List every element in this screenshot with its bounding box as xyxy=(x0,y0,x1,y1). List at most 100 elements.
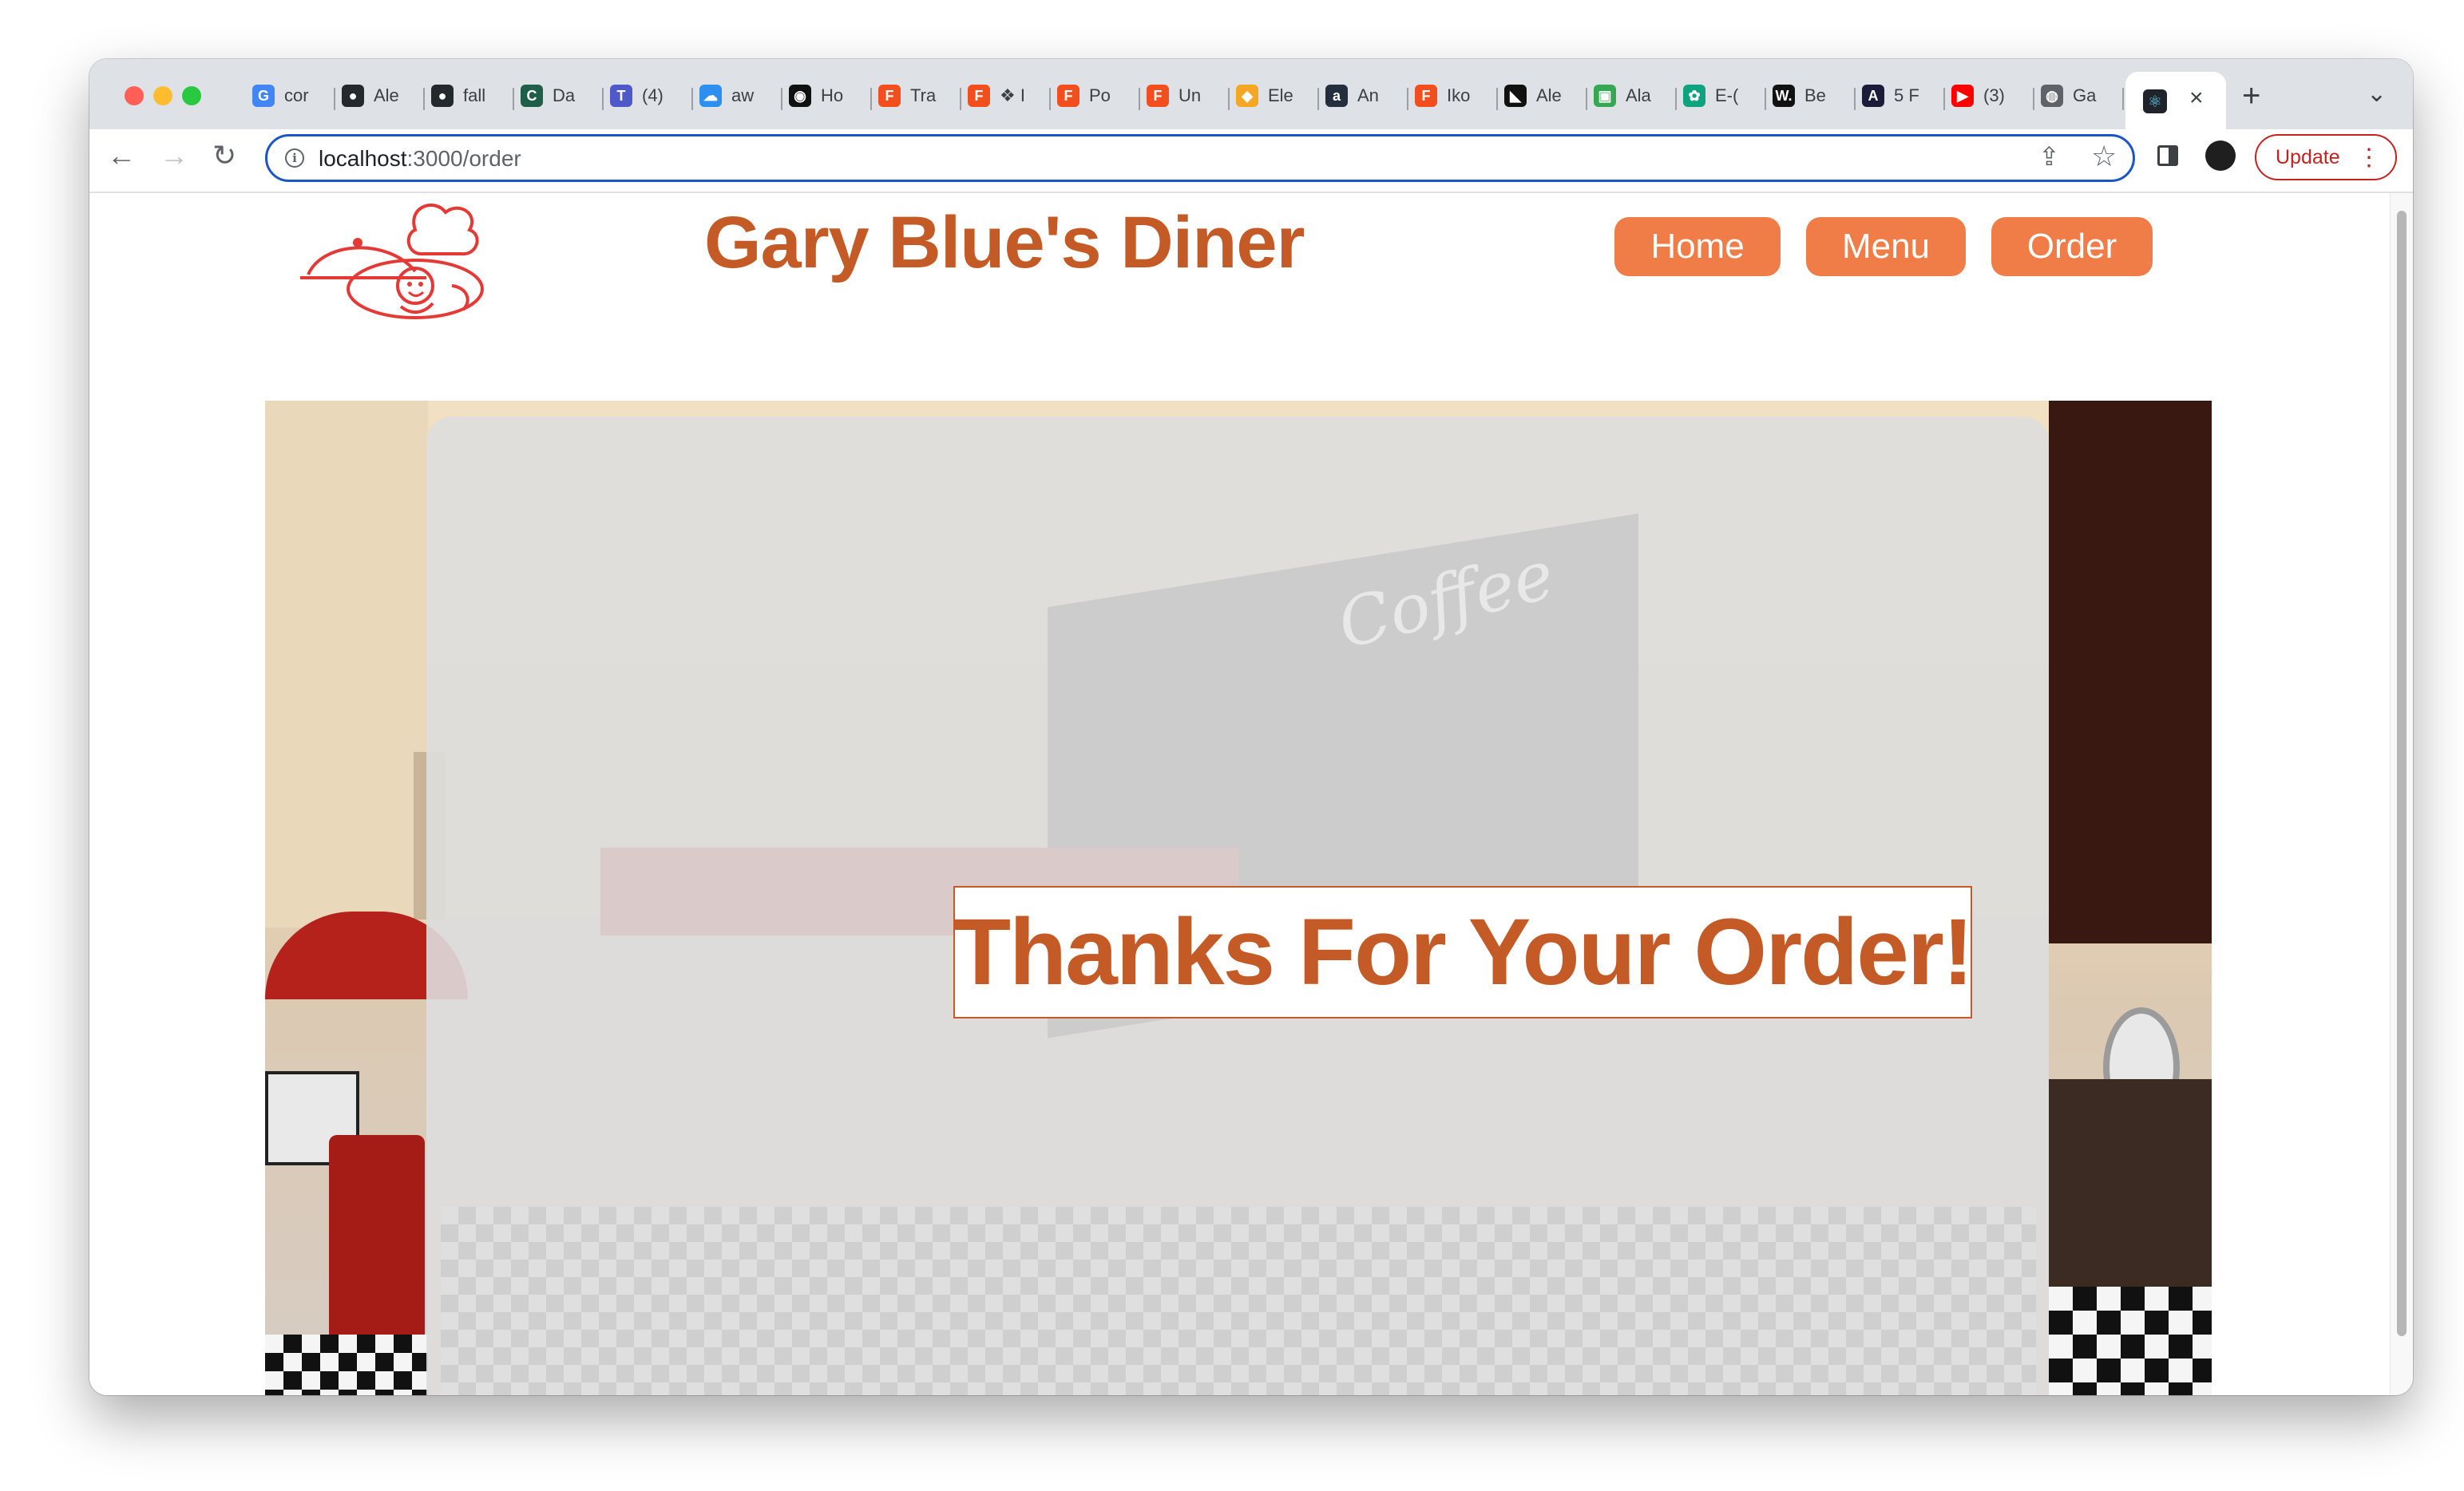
extension-icon[interactable] xyxy=(2205,140,2236,171)
codesandbox-icon: C xyxy=(521,85,543,107)
chatgpt-icon: ✿ xyxy=(1683,85,1705,107)
bookmark-star-icon[interactable]: ☆ xyxy=(2091,140,2117,173)
tab-separator xyxy=(960,88,961,110)
tab-label: (4) xyxy=(642,85,664,105)
amazon-icon: a xyxy=(1325,85,1348,107)
tab-separator xyxy=(1854,88,1856,110)
forward-button[interactable]: → xyxy=(160,139,188,172)
tab-label: Ale xyxy=(1536,85,1562,105)
figma-icon: F xyxy=(1057,85,1079,107)
background-cabinet xyxy=(2049,401,2212,943)
tab-2[interactable]: ● fall xyxy=(431,73,508,118)
tab-separator xyxy=(691,88,693,110)
update-button[interactable]: Update ⋮ xyxy=(2255,134,2397,180)
tab-label: cor xyxy=(284,85,309,105)
tab-separator xyxy=(513,88,514,110)
background-coffee-machine xyxy=(2049,1079,2212,1287)
blocks-icon: ▣ xyxy=(1594,85,1616,107)
tab-separator xyxy=(1765,88,1766,110)
background-wall xyxy=(265,401,428,927)
tab-separator xyxy=(870,88,872,110)
site-info-icon[interactable]: i xyxy=(285,148,304,168)
address-bar[interactable]: i localhost:3000/order ⇪ ☆ xyxy=(265,134,2135,182)
tab-20[interactable]: ◍ Ga xyxy=(2041,73,2117,118)
cloud-icon: ☁ xyxy=(699,85,722,107)
tab-16[interactable]: ✿ E-( xyxy=(1683,73,1760,118)
tab-separator xyxy=(334,88,335,110)
tab-strip: Gcor ● Ale ● fall C Da T (4) ☁ aw ◉ Ho F Tra F ❖ I F Po F Un… xyxy=(89,59,2413,129)
back-button[interactable]: ← xyxy=(107,139,136,172)
side-panel-icon[interactable] xyxy=(2157,145,2178,166)
nav-home-button[interactable]: Home xyxy=(1614,217,1781,276)
tab-1[interactable]: ● Ale xyxy=(342,73,418,118)
tab-15[interactable]: ▣ Ala xyxy=(1594,73,1670,118)
tab-label: An xyxy=(1357,85,1379,105)
tab-13[interactable]: F Iko xyxy=(1415,73,1491,118)
site-title: Gary Blue's Diner xyxy=(704,202,1305,283)
tab-separator xyxy=(1139,88,1140,110)
background-floor-right xyxy=(2049,1287,2212,1395)
diner-logo xyxy=(300,204,484,319)
tab-separator xyxy=(1943,88,1945,110)
tab-12[interactable]: a An xyxy=(1325,73,1402,118)
confirmation-message: Thanks For Your Order! xyxy=(953,900,1974,1005)
scrollbar-thumb[interactable] xyxy=(2397,211,2407,1336)
tab-14[interactable]: ◣ Ale xyxy=(1504,73,1581,118)
w-icon: W. xyxy=(1773,85,1795,107)
tab-label: 5 F xyxy=(1894,85,1919,105)
tab-8[interactable]: F ❖ I xyxy=(968,73,1044,118)
close-icon[interactable]: × xyxy=(2189,85,2204,112)
tab-label: Po xyxy=(1089,85,1111,105)
tab-label: Ga xyxy=(2073,85,2097,105)
youtube-icon: ▶ xyxy=(1951,85,1974,107)
more-menu-icon[interactable]: ⋮ xyxy=(2357,144,2381,172)
tab-9[interactable]: F Po xyxy=(1057,73,1134,118)
tab-separator xyxy=(2033,88,2034,110)
nav-menu-button[interactable]: Menu xyxy=(1806,217,1966,276)
new-tab-button[interactable]: + xyxy=(2242,78,2260,114)
page-scrollbar[interactable] xyxy=(2390,193,2413,1395)
react-icon: ⚛ xyxy=(2143,89,2167,113)
browser-toolbar: ← → ↻ i localhost:3000/order ⇪ ☆ Update … xyxy=(89,129,2413,193)
tab-label: fall xyxy=(463,85,486,105)
circle-icon: ◉ xyxy=(789,85,811,107)
tab-7[interactable]: F Tra xyxy=(878,73,955,118)
tab-label: aw xyxy=(731,85,755,105)
tab-10[interactable]: F Un xyxy=(1147,73,1223,118)
tab-5[interactable]: ☁ aw xyxy=(699,73,776,118)
maximize-window-button[interactable] xyxy=(182,86,201,105)
confirmation-box: Thanks For Your Order! xyxy=(953,886,1974,1018)
tab-label: (3) xyxy=(1983,85,2005,105)
nav-order-button[interactable]: Order xyxy=(1991,217,2153,276)
github-icon: ● xyxy=(431,85,454,107)
tab-separator xyxy=(602,88,604,110)
share-icon[interactable]: ⇪ xyxy=(2038,141,2060,172)
tab-11[interactable]: ◆ Ele xyxy=(1236,73,1313,118)
framer-icon: ◣ xyxy=(1504,85,1527,107)
tab-separator xyxy=(1407,88,1408,110)
tab-search-button[interactable]: ⌄ xyxy=(2367,80,2387,108)
teams-icon: T xyxy=(610,85,632,107)
minimize-window-button[interactable] xyxy=(153,86,172,105)
figma-icon: F xyxy=(1147,85,1169,107)
tab-label: Be xyxy=(1804,85,1826,105)
tab-0[interactable]: Gcor xyxy=(252,73,329,118)
tab-17[interactable]: W. Be xyxy=(1773,73,1849,118)
tab-3[interactable]: C Da xyxy=(521,73,597,118)
browser-window: Gcor ● Ale ● fall C Da T (4) ☁ aw ◉ Ho F Tra F ❖ I F Po F Un… xyxy=(89,59,2413,1395)
update-label: Update xyxy=(2276,145,2340,168)
url-path: :3000/order xyxy=(406,146,521,171)
close-window-button[interactable] xyxy=(125,86,144,105)
tab-separator xyxy=(1586,88,1587,110)
tab-active[interactable]: ⚛ × xyxy=(2125,72,2226,129)
tab-label: Ho xyxy=(821,85,844,105)
tab-6[interactable]: ◉ Ho xyxy=(789,73,866,118)
tab-separator xyxy=(2122,88,2124,110)
tab-19[interactable]: ▶ (3) xyxy=(1951,73,2028,118)
reload-button[interactable]: ↻ xyxy=(212,139,236,172)
tab-18[interactable]: A 5 F xyxy=(1862,73,1939,118)
tab-separator xyxy=(781,88,782,110)
tab-4[interactable]: T (4) xyxy=(610,73,687,118)
url-text[interactable]: localhost:3000/order xyxy=(319,146,521,172)
tab-label: Ala xyxy=(1626,85,1651,105)
